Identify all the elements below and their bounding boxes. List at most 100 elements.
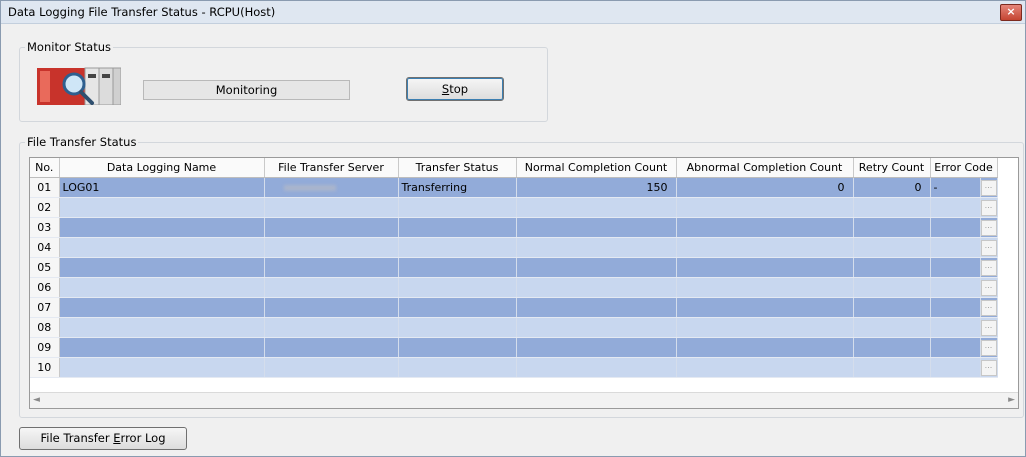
file-transfer-server-cell[interactable]	[264, 297, 399, 318]
abnormal-completion-count-cell[interactable]	[676, 257, 854, 278]
error-detail-button[interactable]: ...	[980, 259, 996, 276]
stop-button[interactable]: Stop	[406, 77, 504, 101]
row-number-cell[interactable]: 01	[30, 177, 60, 198]
transfer-status-cell[interactable]	[398, 257, 517, 278]
file-transfer-server-cell[interactable]	[264, 177, 399, 198]
close-button[interactable]: ×	[1000, 4, 1022, 21]
error-code-cell[interactable]	[930, 217, 981, 238]
abnormal-completion-count-cell[interactable]	[676, 317, 854, 338]
horizontal-scrollbar[interactable]: ◄ ►	[30, 392, 1018, 408]
normal-completion-count-cell[interactable]	[516, 237, 677, 258]
file-transfer-error-log-button[interactable]: File Transfer Error Log	[19, 427, 187, 450]
error-code-cell[interactable]	[930, 297, 981, 318]
error-code-cell[interactable]	[930, 277, 981, 298]
file-transfer-server-cell[interactable]	[264, 277, 399, 298]
row-number-cell[interactable]: 09	[30, 337, 60, 358]
transfer-status-cell[interactable]	[398, 357, 517, 378]
transfer-status-cell[interactable]	[398, 197, 517, 218]
transfer-status-cell[interactable]	[398, 297, 517, 318]
retry-count-cell[interactable]	[853, 277, 931, 298]
transfer-status-cell[interactable]	[398, 217, 517, 238]
data-logging-name-cell[interactable]	[59, 217, 265, 238]
normal-completion-count-cell[interactable]	[516, 217, 677, 238]
row-number-cell[interactable]: 05	[30, 257, 60, 278]
row-number-cell[interactable]: 04	[30, 237, 60, 258]
abnormal-completion-count-cell[interactable]	[676, 357, 854, 378]
file-transfer-server-cell[interactable]	[264, 317, 399, 338]
data-logging-name-cell[interactable]	[59, 297, 265, 318]
error-code-cell[interactable]	[930, 337, 981, 358]
row-number-cell[interactable]: 07	[30, 297, 60, 318]
error-detail-button[interactable]: ...	[980, 319, 996, 336]
retry-count-cell[interactable]	[853, 197, 931, 218]
data-logging-name-cell[interactable]: LOG01	[59, 177, 265, 198]
table-row[interactable]: 05...	[30, 257, 998, 278]
transfer-status-cell[interactable]	[398, 317, 517, 338]
col-header-normal-completion-count[interactable]: Normal Completion Count	[516, 158, 677, 178]
error-detail-button[interactable]: ...	[980, 359, 996, 376]
normal-completion-count-cell[interactable]	[516, 277, 677, 298]
transfer-status-cell[interactable]	[398, 277, 517, 298]
normal-completion-count-cell[interactable]	[516, 337, 677, 358]
data-logging-name-cell[interactable]	[59, 357, 265, 378]
retry-count-cell[interactable]: 0	[853, 177, 931, 198]
col-header-file-transfer-server[interactable]: File Transfer Server	[264, 158, 399, 178]
error-detail-button[interactable]: ...	[980, 219, 996, 236]
abnormal-completion-count-cell[interactable]	[676, 277, 854, 298]
table-row[interactable]: 09...	[30, 337, 998, 358]
col-header-data-logging-name[interactable]: Data Logging Name	[59, 158, 265, 178]
error-code-cell[interactable]	[930, 257, 981, 278]
normal-completion-count-cell[interactable]	[516, 357, 677, 378]
table-row[interactable]: 03...	[30, 217, 998, 238]
row-number-cell[interactable]: 02	[30, 197, 60, 218]
table-row[interactable]: 02...	[30, 197, 998, 218]
error-code-cell[interactable]	[930, 237, 981, 258]
row-number-cell[interactable]: 08	[30, 317, 60, 338]
abnormal-completion-count-cell[interactable]	[676, 237, 854, 258]
error-detail-button[interactable]: ...	[980, 179, 996, 196]
error-detail-button[interactable]: ...	[980, 239, 996, 256]
normal-completion-count-cell[interactable]	[516, 297, 677, 318]
normal-completion-count-cell[interactable]	[516, 317, 677, 338]
table-row[interactable]: 06...	[30, 277, 998, 298]
row-number-cell[interactable]: 10	[30, 357, 60, 378]
scroll-right-icon[interactable]: ►	[1008, 395, 1015, 405]
retry-count-cell[interactable]	[853, 297, 931, 318]
data-logging-name-cell[interactable]	[59, 337, 265, 358]
normal-completion-count-cell[interactable]: 150	[516, 177, 677, 198]
transfer-status-cell[interactable]: Transferring	[398, 177, 517, 198]
normal-completion-count-cell[interactable]	[516, 197, 677, 218]
row-number-cell[interactable]: 06	[30, 277, 60, 298]
data-logging-name-cell[interactable]	[59, 317, 265, 338]
file-transfer-server-cell[interactable]	[264, 237, 399, 258]
col-header-error-code[interactable]: Error Code	[930, 158, 998, 178]
col-header-abnormal-completion-count[interactable]: Abnormal Completion Count	[676, 158, 854, 178]
scroll-left-icon[interactable]: ◄	[33, 395, 40, 405]
data-logging-name-cell[interactable]	[59, 277, 265, 298]
row-number-cell[interactable]: 03	[30, 217, 60, 238]
normal-completion-count-cell[interactable]	[516, 257, 677, 278]
abnormal-completion-count-cell[interactable]	[676, 217, 854, 238]
error-code-cell[interactable]	[930, 197, 981, 218]
retry-count-cell[interactable]	[853, 237, 931, 258]
error-detail-button[interactable]: ...	[980, 199, 996, 216]
retry-count-cell[interactable]	[853, 337, 931, 358]
error-detail-button[interactable]: ...	[980, 279, 996, 296]
abnormal-completion-count-cell[interactable]	[676, 197, 854, 218]
error-code-cell[interactable]	[930, 357, 981, 378]
abnormal-completion-count-cell[interactable]: 0	[676, 177, 854, 198]
table-row[interactable]: 01 LOG01 Transferring 150 0 0-...	[30, 177, 998, 198]
data-logging-name-cell[interactable]	[59, 197, 265, 218]
error-code-cell[interactable]	[930, 317, 981, 338]
file-transfer-server-cell[interactable]	[264, 357, 399, 378]
table-row[interactable]: 10...	[30, 357, 998, 378]
col-header-retry-count[interactable]: Retry Count	[853, 158, 931, 178]
transfer-status-cell[interactable]	[398, 337, 517, 358]
retry-count-cell[interactable]	[853, 317, 931, 338]
table-row[interactable]: 04...	[30, 237, 998, 258]
abnormal-completion-count-cell[interactable]	[676, 297, 854, 318]
error-detail-button[interactable]: ...	[980, 299, 996, 316]
file-transfer-server-cell[interactable]	[264, 337, 399, 358]
retry-count-cell[interactable]	[853, 257, 931, 278]
error-code-cell[interactable]: -	[930, 177, 981, 198]
